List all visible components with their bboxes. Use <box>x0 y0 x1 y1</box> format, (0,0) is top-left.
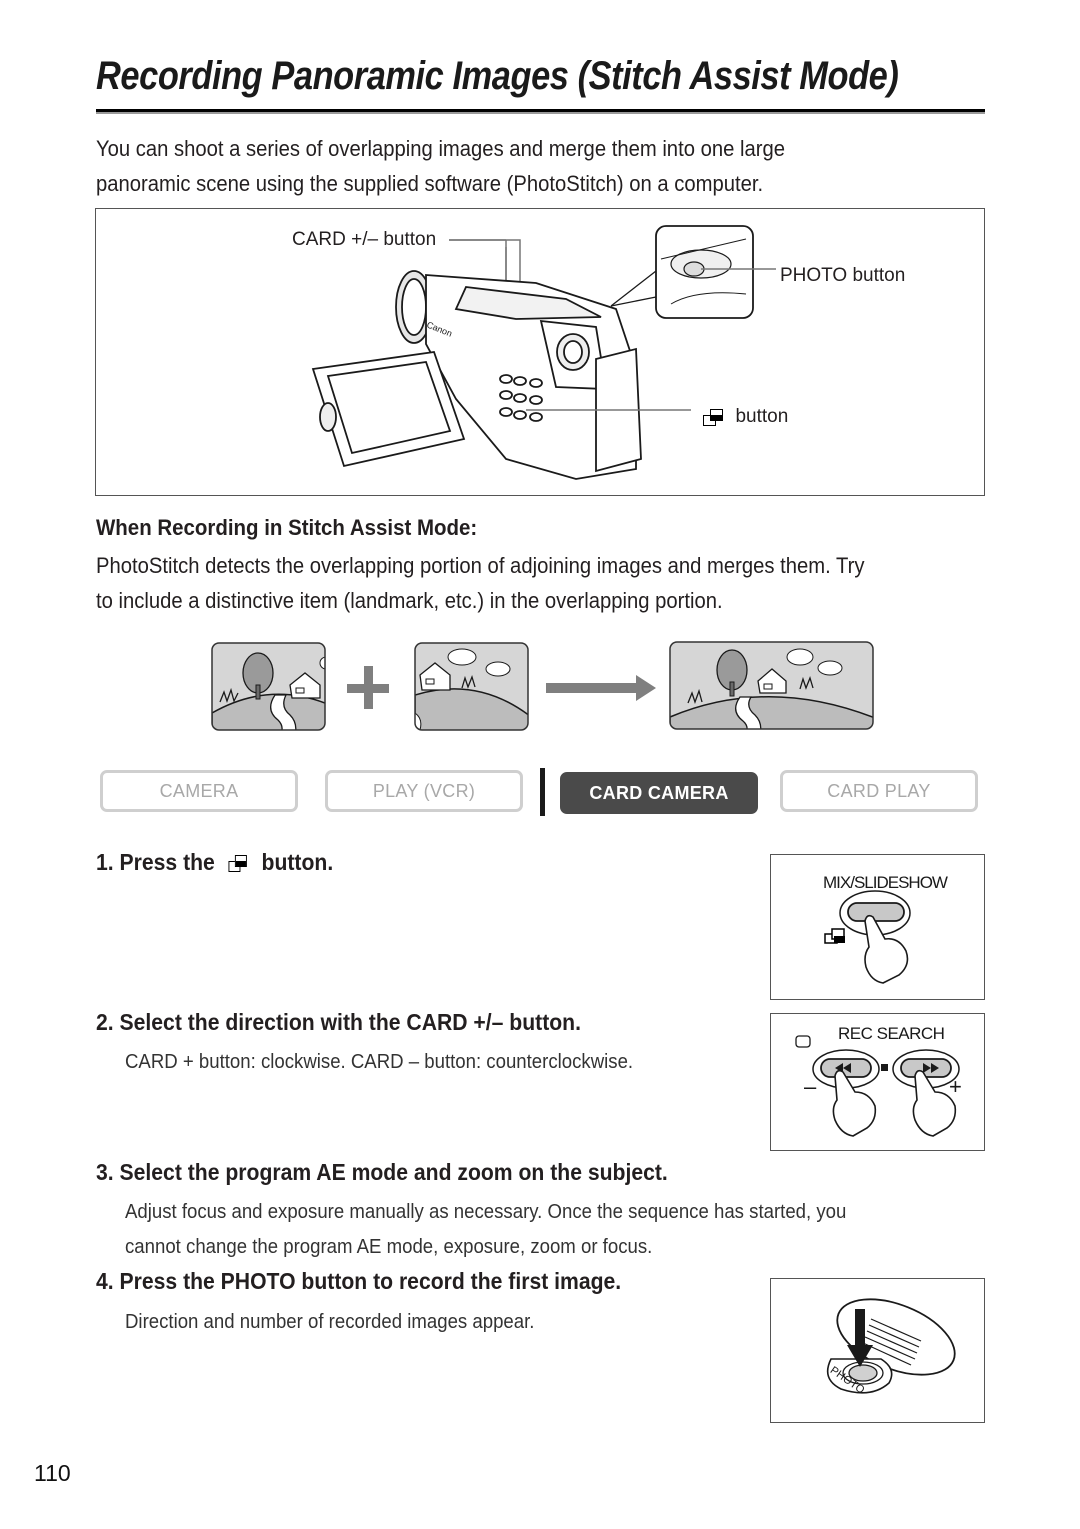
mix-slideshow-label: MIX/SLIDESHOW <box>823 873 948 892</box>
press-button-illustration: MIX/SLIDESHOW <box>823 873 949 984</box>
mode-play-vcr: PLAY (VCR) <box>325 770 523 812</box>
step-4-title: 4. Press the PHOTO button to record the … <box>96 1268 621 1295</box>
step-1-number: 1. <box>96 849 114 875</box>
arrow-right-icon <box>546 675 656 701</box>
page-title: Recording Panoramic Images (Stitch Assis… <box>96 54 899 98</box>
landscape-left-icon <box>211 642 326 731</box>
step-2-title: 2. Select the direction with the CARD +/… <box>96 1009 581 1036</box>
mode-separator <box>540 768 545 816</box>
plus-icon <box>347 666 389 709</box>
plus-label: + <box>949 1074 962 1099</box>
step-4-detail: Direction and number of recorded images … <box>125 1311 535 1333</box>
stitch-section-line-2: to include a distinctive item (landmark,… <box>96 588 723 613</box>
rec-search-figure: REC SEARCH – + <box>770 1013 985 1151</box>
card-button-label: CARD +/– button <box>292 229 437 250</box>
stitch-assist-icon <box>824 928 845 944</box>
step-3-detail-line-1: Adjust focus and exposure manually as ne… <box>125 1201 847 1223</box>
stitch-section-heading: When Recording in Stitch Assist Mode: <box>96 515 478 540</box>
step-3-text: Select the program AE mode and zoom on t… <box>119 1159 668 1185</box>
stitch-button-label: button <box>735 406 789 427</box>
step-3-title: 3. Select the program AE mode and zoom o… <box>96 1159 668 1186</box>
photo-button-figure: PHOTO <box>770 1278 985 1423</box>
photo-button-inset <box>610 225 776 319</box>
intro-line-1: You can shoot a series of overlapping im… <box>96 136 785 161</box>
camera-figure: Canon CARD +/– button PHOTO button butto… <box>95 208 985 496</box>
title-divider <box>96 109 985 114</box>
mode-card-camera: CARD CAMERA <box>560 772 758 814</box>
step-3-detail-line-2: cannot change the program AE mode, expos… <box>125 1236 653 1258</box>
photo-dial-illustration: PHOTO <box>826 1298 956 1397</box>
mode-card-play: CARD PLAY <box>780 770 978 812</box>
step-1-text-after: button. <box>261 849 334 875</box>
step-3-number: 3. <box>96 1159 114 1185</box>
panorama-illustration <box>211 641 874 731</box>
step-2-number: 2. <box>96 1009 114 1035</box>
step-2-detail: CARD + button: clockwise. CARD – button:… <box>125 1051 634 1073</box>
step-2-text: Select the direction with the CARD +/– b… <box>119 1009 581 1035</box>
camcorder-icon: Canon <box>311 270 642 480</box>
stitch-assist-icon <box>228 855 248 873</box>
step-1-title: 1. Press the button. <box>96 849 333 876</box>
rec-search-label: REC SEARCH <box>838 1024 944 1043</box>
step-4-text: Press the PHOTO button to record the fir… <box>119 1268 622 1294</box>
mode-camera: CAMERA <box>100 770 298 812</box>
stitch-section-line-1: PhotoStitch detects the overlapping port… <box>96 553 865 578</box>
review-icon <box>795 1035 811 1048</box>
rec-search-illustration: REC SEARCH – + <box>795 1024 962 1137</box>
step-4-number: 4. <box>96 1268 114 1294</box>
stitch-button-callout: button <box>703 406 788 428</box>
stitch-assist-icon <box>703 409 725 427</box>
landscape-right-icon <box>414 642 529 731</box>
step-1-text-before: Press the <box>119 849 215 875</box>
landscape-merged-icon <box>669 641 874 730</box>
camcorder-illustration: Canon <box>311 225 776 480</box>
page-number: 110 <box>34 1460 71 1486</box>
intro-line-2: panoramic scene using the supplied softw… <box>96 171 764 196</box>
minus-label: – <box>804 1074 817 1099</box>
photo-button-label: PHOTO button <box>780 265 906 286</box>
mix-slideshow-figure: MIX/SLIDESHOW <box>770 854 985 1000</box>
